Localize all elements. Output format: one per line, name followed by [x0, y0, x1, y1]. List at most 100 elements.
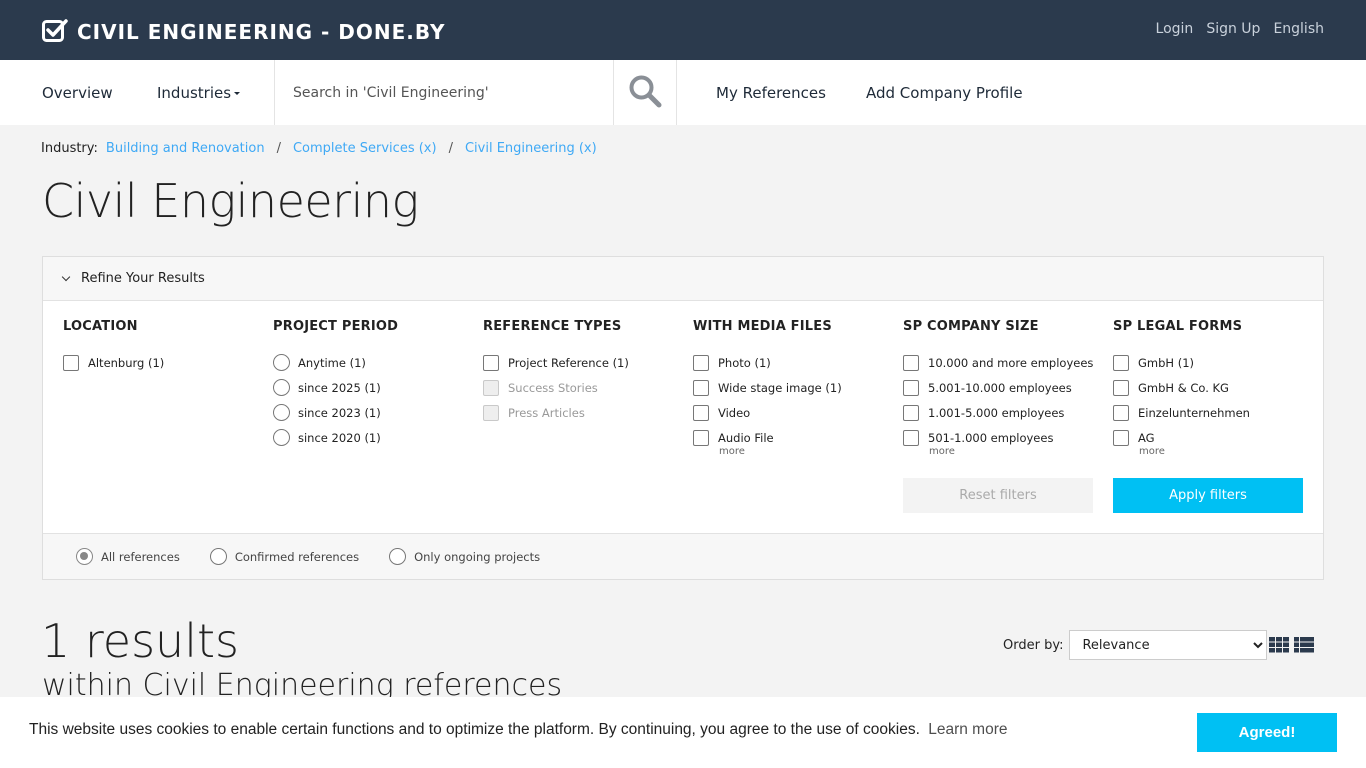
order-select[interactable]: Relevance	[1069, 630, 1268, 660]
filter-legal-forms: SP LEGAL FORMS GmbH (1) GmbH & Co. KG Ei…	[1113, 319, 1313, 457]
checkbox[interactable]	[1113, 429, 1129, 446]
radio[interactable]	[209, 548, 227, 565]
radio[interactable]	[273, 379, 290, 396]
size-option-10000[interactable]: 10.000 and more employees	[903, 350, 1103, 375]
apply-filters-button[interactable]: Apply filters	[1113, 478, 1303, 513]
checkbox[interactable]	[1113, 379, 1129, 396]
checkbox[interactable]	[693, 429, 709, 446]
media-option-video[interactable]: Video	[693, 400, 893, 425]
radio-selected[interactable]	[76, 548, 93, 565]
scope-all-references[interactable]: All references	[76, 548, 180, 565]
type-option-success-stories: Success Stories	[483, 375, 683, 400]
nav-industries-label: Industries	[157, 84, 232, 102]
cookie-agree-button[interactable]: Agreed!	[1197, 713, 1337, 752]
period-option-2020[interactable]: since 2020 (1)	[273, 425, 473, 450]
top-links: Login Sign Up English	[1156, 21, 1324, 37]
checkbox[interactable]	[903, 404, 919, 421]
cookie-banner: This website uses cookies to enable cert…	[0, 697, 1366, 768]
option-label: Audio File	[718, 430, 774, 445]
nav-add-company[interactable]: Add Company Profile	[866, 84, 1023, 102]
size-option-1001[interactable]: 1.001-5.000 employees	[903, 400, 1103, 425]
language-link[interactable]: English	[1273, 21, 1324, 37]
top-bar: CIVIL ENGINEERING - DONE.BY Login Sign U…	[0, 0, 1366, 60]
legal-option-gmbh-co-kg[interactable]: GmbH & Co. KG	[1113, 375, 1313, 400]
option-label: Photo (1)	[718, 355, 771, 370]
breadcrumb-item-civil-engineering[interactable]: Civil Engineering (x)	[465, 141, 597, 156]
legal-more-link[interactable]: more	[1139, 446, 1313, 457]
checkbox[interactable]	[903, 429, 919, 446]
checkbox[interactable]	[1113, 404, 1129, 421]
filter-company-size: SP COMPANY SIZE 10.000 and more employee…	[903, 319, 1103, 457]
option-label: Success Stories	[508, 380, 598, 395]
option-label: Einzelunternehmen	[1138, 405, 1250, 420]
search-icon	[628, 74, 662, 112]
filter-title-period: PROJECT PERIOD	[273, 319, 399, 334]
media-more-link[interactable]: more	[719, 446, 893, 457]
media-option-wide-stage[interactable]: Wide stage image (1)	[693, 375, 893, 400]
option-label: 501-1.000 employees	[928, 430, 1054, 445]
type-option-project-reference[interactable]: Project Reference (1)	[483, 350, 683, 375]
reference-scope: All references Confirmed references Only…	[43, 533, 1323, 579]
checkbox[interactable]	[483, 354, 499, 371]
checkbox[interactable]	[693, 354, 709, 371]
reset-filters-button[interactable]: Reset filters	[903, 478, 1093, 513]
caret-down-icon	[234, 92, 241, 95]
brand[interactable]: CIVIL ENGINEERING - DONE.BY	[42, 18, 446, 46]
cookie-learn-more-link[interactable]: Learn more	[928, 721, 1007, 738]
breadcrumb-item-building[interactable]: Building and Renovation	[106, 141, 265, 156]
checkbox[interactable]	[903, 379, 919, 396]
breadcrumb-item-complete-services[interactable]: Complete Services (x)	[293, 141, 437, 156]
login-link[interactable]: Login	[1156, 21, 1194, 37]
option-label: since 2023 (1)	[298, 405, 381, 420]
search-button[interactable]	[613, 60, 677, 125]
radio[interactable]	[273, 429, 290, 446]
option-label: Anytime (1)	[298, 355, 366, 370]
legal-option-einzelunternehmen[interactable]: Einzelunternehmen	[1113, 400, 1313, 425]
view-toggle	[1269, 637, 1314, 657]
radio[interactable]	[389, 548, 407, 565]
checkbox-disabled	[483, 379, 499, 396]
filter-title-media: WITH MEDIA FILES	[693, 319, 832, 334]
search-input[interactable]	[275, 60, 613, 125]
refine-toggle[interactable]: Refine Your Results	[43, 257, 1323, 301]
nav-overview[interactable]: Overview	[42, 84, 113, 102]
filter-period: PROJECT PERIOD Anytime (1) since 2025 (1…	[273, 319, 473, 450]
order-label: Order by:	[1003, 637, 1064, 653]
radio[interactable]	[273, 354, 290, 371]
nav-industries[interactable]: Industries	[157, 84, 241, 102]
option-label: GmbH & Co. KG	[1138, 380, 1229, 395]
filter-types: REFERENCE TYPES Project Reference (1) Su…	[483, 319, 683, 425]
location-option-altenburg[interactable]: Altenburg (1)	[63, 350, 263, 375]
refine-label: Refine Your Results	[81, 271, 205, 286]
list-view-icon[interactable]	[1294, 637, 1314, 657]
filter-title-legal: SP LEGAL FORMS	[1113, 319, 1243, 334]
period-option-anytime[interactable]: Anytime (1)	[273, 350, 473, 375]
checkbox[interactable]	[693, 379, 709, 396]
nav-my-references[interactable]: My References	[716, 84, 826, 102]
period-option-2023[interactable]: since 2023 (1)	[273, 400, 473, 425]
breadcrumb-separator: /	[448, 141, 453, 156]
legal-option-gmbh[interactable]: GmbH (1)	[1113, 350, 1313, 375]
results-count: 1 results	[41, 614, 239, 668]
brand-title[interactable]: CIVIL ENGINEERING - DONE.BY	[77, 20, 446, 44]
checkbox[interactable]	[693, 404, 709, 421]
scope-ongoing-projects[interactable]: Only ongoing projects	[389, 548, 540, 565]
breadcrumb: Industry: Building and Renovation / Comp…	[41, 141, 597, 156]
cookie-message: This website uses cookies to enable cert…	[29, 721, 1007, 739]
radio[interactable]	[273, 404, 290, 421]
checkbox[interactable]	[63, 354, 79, 371]
size-more-link[interactable]: more	[929, 446, 1103, 457]
checkbox[interactable]	[1113, 354, 1129, 371]
checkbox-check-icon	[42, 18, 68, 46]
period-option-2025[interactable]: since 2025 (1)	[273, 375, 473, 400]
size-option-5001[interactable]: 5.001-10.000 employees	[903, 375, 1103, 400]
signup-link[interactable]: Sign Up	[1206, 21, 1260, 37]
option-label: GmbH (1)	[1138, 355, 1195, 370]
scope-confirmed-references[interactable]: Confirmed references	[209, 548, 359, 565]
option-label: All references	[101, 549, 180, 564]
option-label: Press Articles	[508, 405, 585, 420]
grid-view-icon[interactable]	[1269, 637, 1289, 657]
option-label: Video	[718, 405, 751, 420]
media-option-photo[interactable]: Photo (1)	[693, 350, 893, 375]
checkbox[interactable]	[903, 354, 919, 371]
